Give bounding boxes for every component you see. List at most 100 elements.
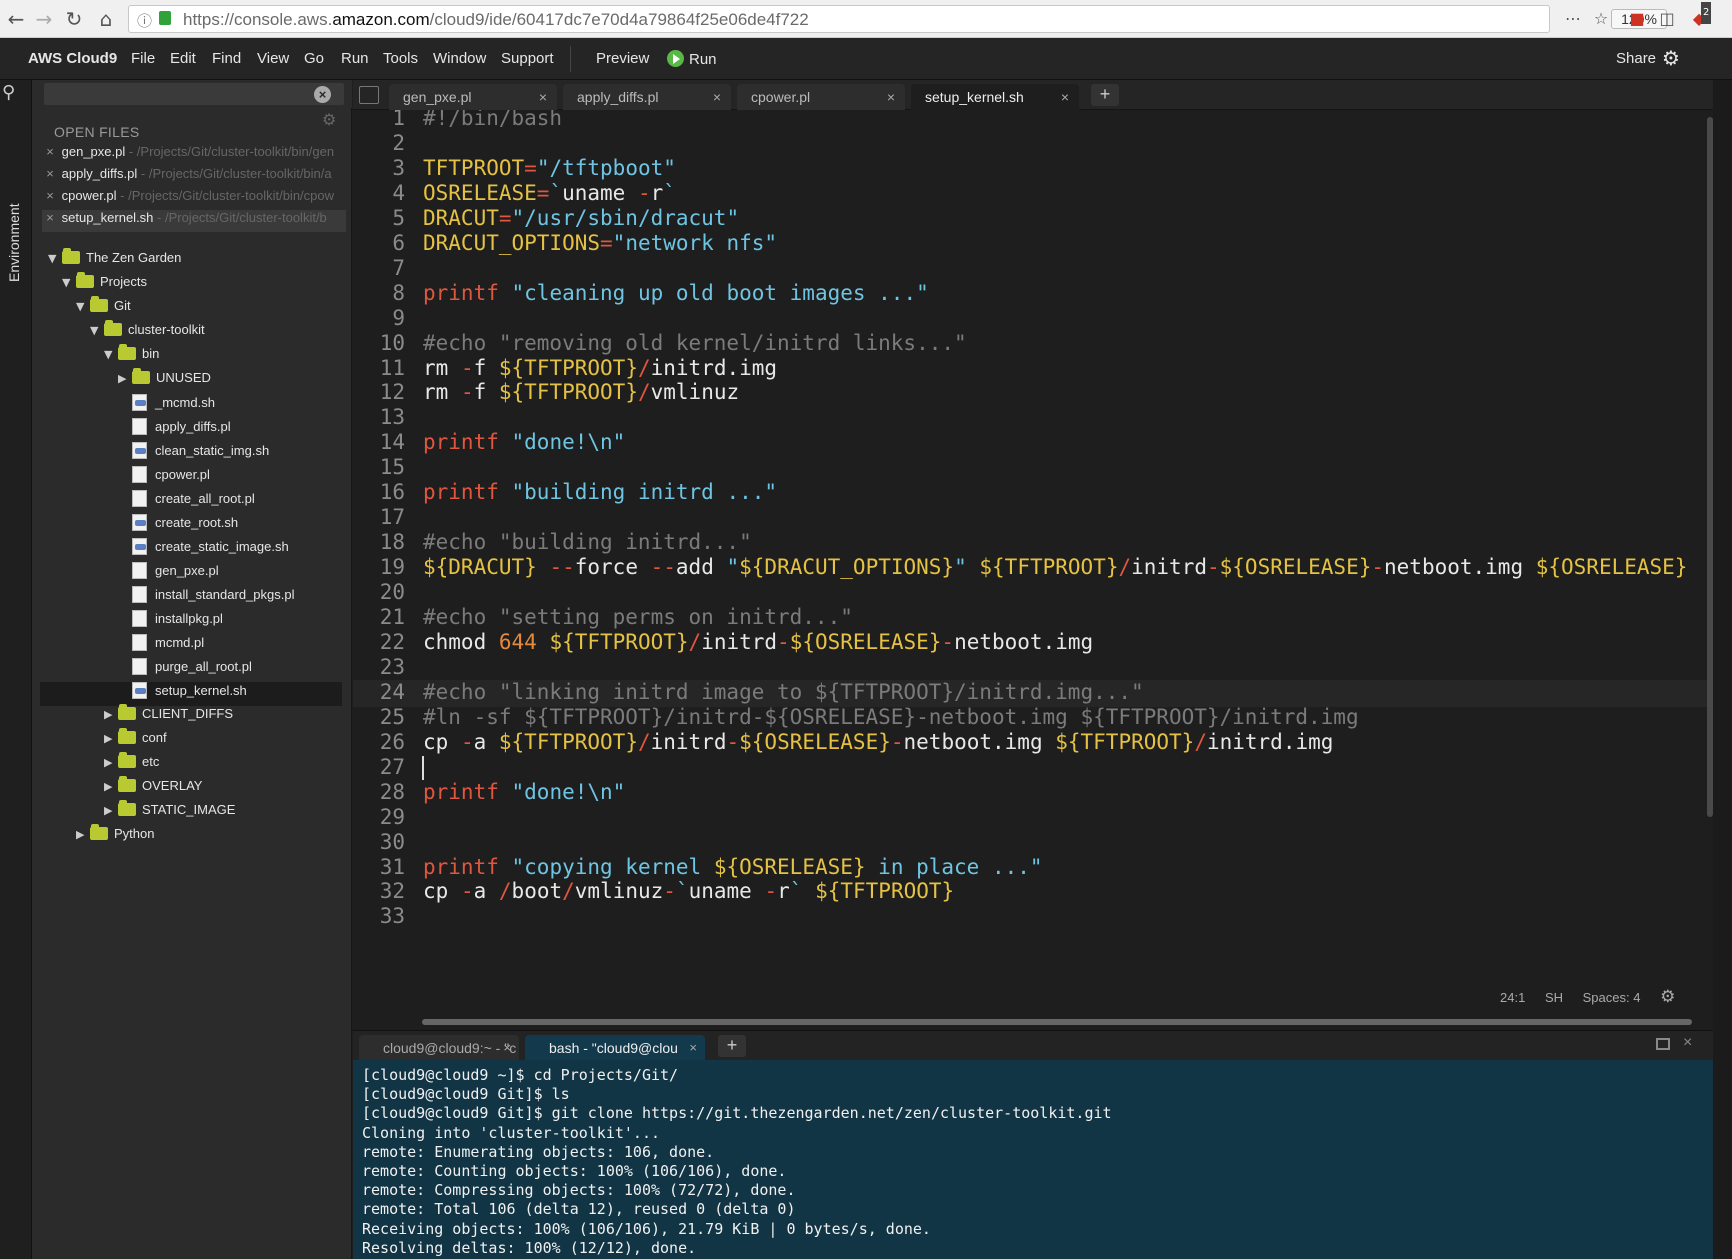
- menu-run[interactable]: Run: [341, 50, 369, 67]
- code-line[interactable]: 20: [353, 580, 1713, 607]
- close-panel-icon[interactable]: ×: [1683, 1034, 1692, 1052]
- code-line[interactable]: 8 printf "cleaning up old boot images ...…: [353, 281, 1713, 308]
- code-line[interactable]: 22 chmod 644 ${TFTPROOT}/initrd-${OSRELEA…: [353, 630, 1713, 657]
- tree-folder[interactable]: ▶ Python: [32, 824, 350, 850]
- chevron-right-icon[interactable]: ▶: [76, 828, 90, 841]
- share-button[interactable]: Share: [1616, 50, 1656, 67]
- open-file-item[interactable]: × cpower.pl - /Projects/Git/cluster-tool…: [42, 188, 346, 210]
- code-line[interactable]: 18 #echo "building initrd...": [353, 530, 1713, 557]
- close-icon[interactable]: ×: [887, 89, 895, 105]
- open-file-item[interactable]: × gen_pxe.pl - /Projects/Git/cluster-too…: [42, 144, 346, 166]
- extension-icon[interactable]: ◆ 2: [1688, 2, 1712, 30]
- preview-button[interactable]: Preview: [596, 50, 649, 67]
- code-line[interactable]: 15: [353, 455, 1713, 482]
- code-line[interactable]: 30: [353, 830, 1713, 857]
- code-line[interactable]: 3 TFTPROOT="/tftpboot": [353, 156, 1713, 183]
- menu-window[interactable]: Window: [433, 50, 486, 67]
- chevron-down-icon[interactable]: ▼: [48, 252, 62, 265]
- tree-folder[interactable]: ▶ etc: [32, 752, 350, 778]
- code-line[interactable]: 13: [353, 405, 1713, 432]
- code-line[interactable]: 19 ${DRACUT} --force --add "${DRACUT_OPTI…: [353, 555, 1713, 582]
- menu-view[interactable]: View: [257, 50, 289, 67]
- code-line[interactable]: 26 cp -a ${TFTPROOT}/initrd-${OSRELEASE}-…: [353, 730, 1713, 757]
- tree-file[interactable]: install_standard_pkgs.pl: [32, 586, 350, 610]
- sidebar-icon[interactable]: ◫: [1656, 8, 1678, 30]
- tree-folder[interactable]: ▶ CLIENT_DIFFS: [32, 704, 350, 730]
- settings-gear-icon[interactable]: ⚙: [1662, 46, 1680, 70]
- back-icon[interactable]: ←: [4, 7, 28, 31]
- close-icon[interactable]: ×: [713, 89, 721, 105]
- maximize-icon[interactable]: [1656, 1038, 1670, 1050]
- editor-settings-gear-icon[interactable]: ⚙: [1660, 987, 1675, 1007]
- menu-edit[interactable]: Edit: [170, 50, 196, 67]
- code-line[interactable]: 2: [353, 131, 1713, 158]
- tree-folder[interactable]: ▼ The Zen Garden: [32, 248, 350, 274]
- code-line[interactable]: 6 DRACUT_OPTIONS="network nfs": [353, 231, 1713, 258]
- chevron-right-icon[interactable]: ▶: [104, 732, 118, 745]
- tab-list-icon[interactable]: [359, 86, 379, 104]
- terminal-tab[interactable]: cloud9@cloud9:~ - "c ×: [359, 1035, 519, 1061]
- close-icon[interactable]: ×: [503, 1040, 511, 1055]
- code-line[interactable]: 12 rm -f ${TFTPROOT}/vmlinuz: [353, 380, 1713, 407]
- code-line[interactable]: 28 printf "done!\n": [353, 780, 1713, 807]
- code-line[interactable]: 25 #ln -sf ${TFTPROOT}/initrd-${OSRELEASE…: [353, 705, 1713, 732]
- chevron-down-icon[interactable]: ▼: [62, 276, 76, 289]
- reload-icon[interactable]: ↻: [62, 7, 86, 31]
- forward-icon[interactable]: →: [32, 7, 56, 31]
- ublock-icon[interactable]: ■: [1626, 8, 1648, 30]
- tree-folder[interactable]: ▶ conf: [32, 728, 350, 754]
- tree-file[interactable]: setup_kernel.sh: [40, 682, 342, 706]
- horizontal-scrollbar[interactable]: [422, 1019, 1692, 1025]
- chevron-right-icon[interactable]: ▶: [104, 708, 118, 721]
- tree-file[interactable]: create_root.sh: [32, 514, 350, 538]
- tree-file[interactable]: mcmd.pl: [32, 634, 350, 658]
- code-line[interactable]: 14 printf "done!\n": [353, 430, 1713, 457]
- tab-gen-pxe[interactable]: gen_pxe.pl ×: [389, 84, 557, 110]
- tab-setup-kernel[interactable]: setup_kernel.sh ×: [911, 84, 1079, 110]
- code-line[interactable]: 21 #echo "setting perms on initrd...": [353, 605, 1713, 632]
- aws-cloud9-menu[interactable]: AWS Cloud9: [28, 50, 117, 67]
- menu-tools[interactable]: Tools: [383, 50, 418, 67]
- code-line[interactable]: 31 printf "copying kernel ${OSRELEASE} in…: [353, 855, 1713, 882]
- chevron-down-icon[interactable]: ▼: [104, 348, 118, 361]
- menu-file[interactable]: File: [131, 50, 155, 67]
- tree-file[interactable]: create_static_image.sh: [32, 538, 350, 562]
- environment-tab[interactable]: Environment: [2, 200, 26, 290]
- terminal-output[interactable]: [cloud9@cloud9 ~]$ cd Projects/Git/[clou…: [353, 1060, 1713, 1259]
- close-icon[interactable]: ×: [539, 89, 547, 105]
- terminal-tab-active[interactable]: bash - "cloud9@clou ×: [525, 1035, 705, 1061]
- tree-file[interactable]: apply_diffs.pl: [32, 418, 350, 442]
- tree-settings-icon[interactable]: ⚙: [322, 110, 336, 129]
- code-line[interactable]: 7: [353, 256, 1713, 283]
- add-terminal-button[interactable]: +: [718, 1035, 746, 1057]
- tab-cpower[interactable]: cpower.pl ×: [737, 84, 905, 110]
- chevron-right-icon[interactable]: ▶: [104, 804, 118, 817]
- search-input[interactable]: [44, 83, 344, 105]
- code-line[interactable]: 29: [353, 805, 1713, 832]
- menu-support[interactable]: Support: [501, 50, 554, 67]
- code-line[interactable]: 5 DRACUT="/usr/sbin/dracut": [353, 206, 1713, 233]
- tree-folder[interactable]: ▶ STATIC_IMAGE: [32, 800, 350, 826]
- tab-apply-diffs[interactable]: apply_diffs.pl ×: [563, 84, 731, 110]
- code-line[interactable]: 33: [353, 904, 1713, 931]
- close-icon[interactable]: ×: [42, 144, 58, 159]
- indent-setting[interactable]: Spaces: 4: [1583, 990, 1641, 1005]
- close-icon[interactable]: ×: [42, 166, 58, 181]
- open-file-item[interactable]: × apply_diffs.pl - /Projects/Git/cluster…: [42, 166, 346, 188]
- code-line[interactable]: 4 OSRELEASE=`uname -r`: [353, 181, 1713, 208]
- code-line[interactable]: 11 rm -f ${TFTPROOT}/initrd.img: [353, 356, 1713, 383]
- code-line[interactable]: 16 printf "building initrd ...": [353, 480, 1713, 507]
- tree-file[interactable]: create_all_root.pl: [32, 490, 350, 514]
- tree-folder[interactable]: ▶ UNUSED: [32, 368, 350, 394]
- code-line[interactable]: 17: [353, 505, 1713, 532]
- tree-folder[interactable]: ▼ cluster-toolkit: [32, 320, 350, 346]
- tree-file[interactable]: clean_static_img.sh: [32, 442, 350, 466]
- syntax-mode[interactable]: SH: [1545, 990, 1563, 1005]
- tree-file[interactable]: cpower.pl: [32, 466, 350, 490]
- run-button[interactable]: Run: [667, 50, 717, 68]
- chevron-right-icon[interactable]: ▶: [118, 372, 132, 385]
- cursor-position[interactable]: 24:1: [1500, 990, 1525, 1005]
- code-line[interactable]: 9: [353, 306, 1713, 333]
- more-icon[interactable]: ⋯: [1562, 8, 1584, 30]
- chevron-down-icon[interactable]: ▼: [76, 300, 90, 313]
